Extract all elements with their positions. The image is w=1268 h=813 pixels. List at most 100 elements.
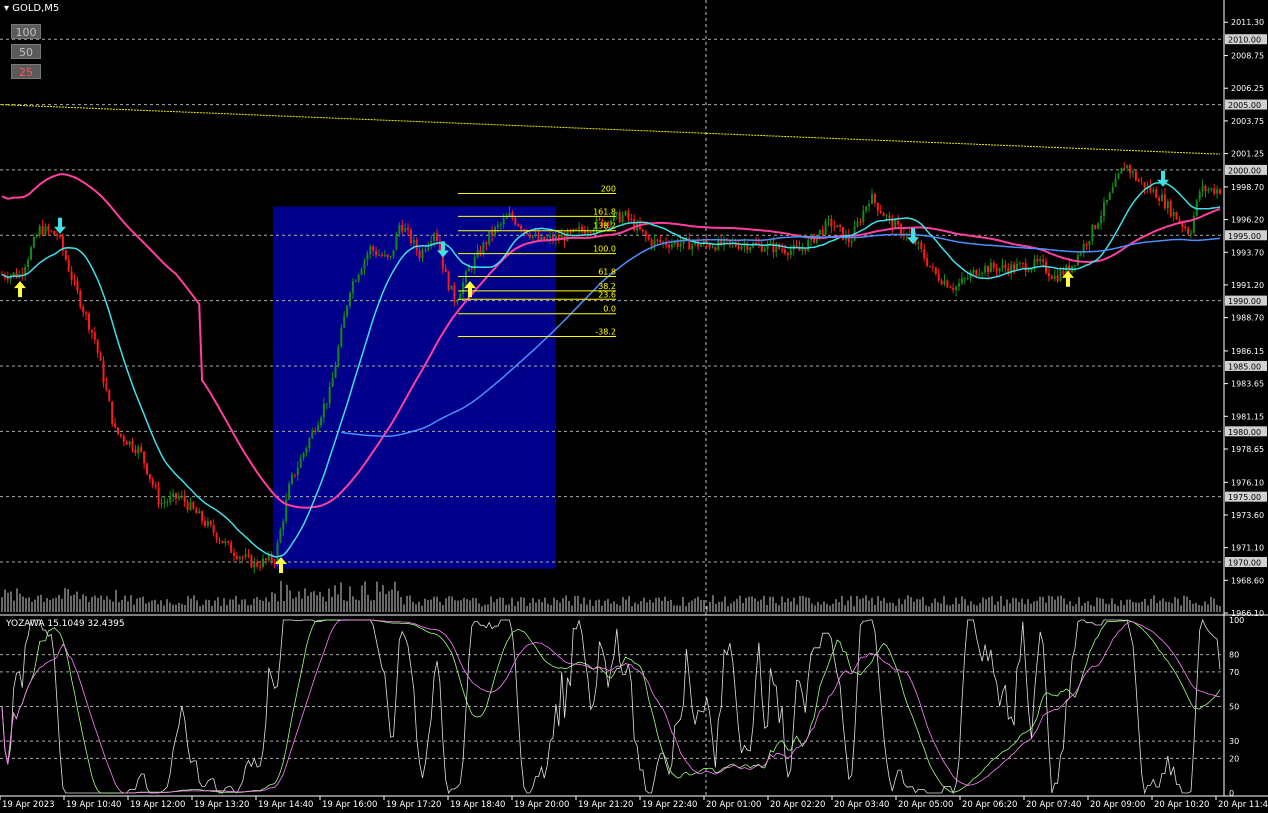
candle-body: [830, 218, 833, 227]
price-tick-label: 1986.15: [1231, 347, 1264, 356]
candle-body: [322, 404, 325, 418]
candle-body: [482, 242, 485, 255]
candle-body: [404, 228, 407, 232]
level-label: 1990.00: [1228, 297, 1261, 306]
candle-body: [349, 292, 351, 306]
candle-body: [784, 249, 786, 254]
candle-body: [873, 193, 876, 203]
candle-body: [989, 262, 992, 273]
time-tick-label: 19 Apr 16:00: [322, 800, 377, 810]
candle-body: [131, 441, 134, 450]
candle-body: [1105, 199, 1108, 203]
osc-tick-label: 20: [1229, 754, 1239, 763]
candle-body: [1004, 264, 1007, 269]
candle-body: [1166, 201, 1169, 209]
price-chart[interactable]: 200161.8138.2100.061.838.223.60.0-38.2 2…: [0, 0, 1268, 813]
fib-level-label: -38.2: [595, 328, 616, 337]
candle-body: [523, 229, 525, 231]
zoom-100-button[interactable]: 100: [11, 24, 41, 39]
candle-body: [534, 233, 537, 236]
candle-body: [119, 433, 122, 437]
candle-body: [1103, 202, 1105, 217]
time-tick-label: 19 Apr 10:40: [66, 800, 121, 810]
candle-body: [795, 245, 798, 247]
candle-body: [375, 250, 378, 256]
candle-body: [644, 231, 647, 237]
time-tick-label: 19 Apr 2023: [2, 800, 55, 810]
candle-body: [650, 239, 653, 247]
candle-body: [296, 467, 299, 476]
price-tick-label: 2011.30: [1231, 18, 1264, 27]
candle-body: [450, 285, 453, 290]
candle-body: [267, 554, 270, 561]
candle-body: [711, 247, 714, 249]
candle-body: [401, 224, 404, 232]
time-tick-label: 20 Apr 05:00: [898, 800, 953, 810]
candle-body: [818, 229, 821, 235]
ma-long-line: [1, 104, 1221, 155]
candle-body: [291, 474, 293, 484]
candle-body: [117, 427, 119, 434]
fib-level-label: 100.0: [593, 245, 616, 254]
osc-tick-label: 0: [1229, 789, 1234, 798]
candle-body: [73, 279, 76, 281]
candle-body: [1108, 192, 1111, 200]
candle-body: [1018, 263, 1021, 265]
candle-body: [984, 266, 987, 273]
candle-body: [1114, 178, 1117, 188]
candle-body: [1120, 167, 1123, 174]
candle-body: [114, 423, 117, 428]
candle-body: [1001, 264, 1004, 269]
candle-body: [839, 225, 842, 227]
candle-body: [1129, 165, 1132, 173]
candle-body: [998, 268, 1001, 272]
level-label: 1985.00: [1228, 362, 1261, 371]
indicator-label: YOZAWA 15.1049 32.4395: [6, 619, 125, 629]
candle-body: [395, 233, 398, 251]
candle-body: [436, 233, 438, 241]
candle-body: [378, 254, 380, 256]
candle-body: [1097, 223, 1100, 229]
zoom-25-button[interactable]: 25: [11, 64, 41, 79]
zoom-50-button[interactable]: 50: [11, 44, 41, 59]
candle-body: [1132, 171, 1134, 173]
candle-body: [1184, 226, 1187, 229]
candle-body: [166, 501, 169, 503]
price-tick-label: 2001.25: [1231, 150, 1264, 159]
time-tick-label: 20 Apr 06:20: [962, 800, 1017, 810]
candle-body: [963, 278, 966, 280]
candle-body: [233, 552, 235, 556]
candle-body: [67, 259, 70, 272]
candle-body: [769, 242, 772, 244]
candle-body: [578, 227, 581, 230]
candle-body: [975, 269, 978, 276]
candle-body: [920, 242, 923, 249]
candle-body: [1088, 240, 1091, 246]
candle-body: [833, 226, 836, 228]
candle-body: [134, 449, 137, 454]
candle-body: [549, 236, 552, 239]
candle-body: [198, 511, 201, 514]
candle-body: [966, 277, 969, 279]
candle-body: [624, 211, 627, 216]
candle-body: [517, 224, 520, 226]
candle-body: [276, 542, 279, 563]
candle-body: [308, 438, 311, 449]
candle-body: [151, 479, 154, 486]
symbol-title[interactable]: ▾ GOLD,M5: [4, 3, 59, 14]
time-tick-label: 19 Apr 20:00: [514, 800, 569, 810]
time-tick-label: 19 Apr 13:20: [194, 800, 249, 810]
candle-body: [1039, 259, 1042, 262]
candle-body: [1042, 259, 1045, 262]
candle-body: [885, 215, 888, 217]
candle-body: [357, 274, 360, 282]
candle-body: [627, 211, 630, 220]
candle-body: [334, 365, 337, 378]
candle-body: [209, 521, 212, 525]
candle-body: [424, 249, 427, 251]
candle-body: [183, 495, 186, 503]
candle-body: [1036, 259, 1039, 262]
time-tick-label: 19 Apr 17:20: [386, 800, 441, 810]
candle-body: [1204, 185, 1207, 192]
candle-body: [978, 273, 981, 276]
